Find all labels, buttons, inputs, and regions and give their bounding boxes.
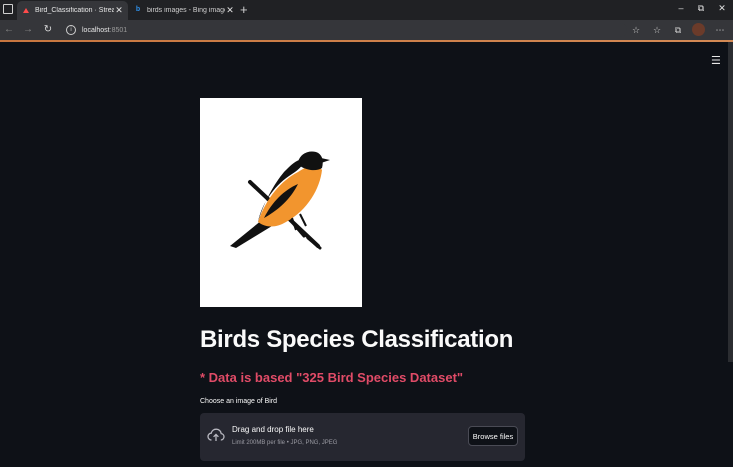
file-dropzone[interactable]: Drag and drop file here Limit 200MB per … xyxy=(200,413,525,461)
tab-bird-classification[interactable]: Bird_Classification · Streamlit ✕ xyxy=(17,1,128,20)
restore-button[interactable]: ⧉ xyxy=(694,3,708,14)
profile-avatar[interactable] xyxy=(692,23,705,36)
streamlit-icon xyxy=(22,7,30,15)
site-info-icon[interactable]: i xyxy=(66,25,76,35)
tab-close-icon[interactable]: ✕ xyxy=(225,5,235,16)
tab-label: Bird_Classification · Streamlit xyxy=(35,7,114,14)
streamlit-page: ☰ Birds Species Classification * Data is… xyxy=(0,42,733,467)
browser-address-bar: ← → ↻ i localhost:8501 ☆ ☆ ⧉ ⋯ xyxy=(0,20,733,40)
page-scrollbar[interactable] xyxy=(728,42,733,362)
bird-image xyxy=(200,98,362,307)
dataset-note: * Data is based "325 Bird Species Datase… xyxy=(200,370,464,385)
tab-actions-icon[interactable] xyxy=(3,4,13,14)
favorites-icon[interactable]: ☆ xyxy=(651,24,663,36)
window-close-button[interactable]: ✕ xyxy=(715,3,729,14)
uploader-label: Choose an image of Bird xyxy=(200,398,278,405)
tab-bing-images[interactable]: b birds images - Bing images ✕ xyxy=(129,0,239,20)
bing-icon: b xyxy=(135,6,141,13)
dropzone-limits: Limit 200MB per file • JPG, PNG, JPEG xyxy=(232,440,338,446)
dropzone-title: Drag and drop file here xyxy=(232,425,314,434)
minimize-button[interactable]: – xyxy=(674,3,688,13)
more-options-icon[interactable]: ⋯ xyxy=(714,24,726,36)
tab-label: birds images - Bing images xyxy=(147,6,225,14)
new-tab-button[interactable]: + xyxy=(240,2,248,17)
tab-close-icon[interactable]: ✕ xyxy=(114,5,124,16)
menu-icon[interactable]: ☰ xyxy=(711,54,721,67)
url-port: :8501 xyxy=(109,26,128,34)
url-host: localhost xyxy=(82,26,110,34)
read-aloud-icon[interactable]: ☆ xyxy=(630,24,642,36)
forward-button[interactable]: → xyxy=(22,24,34,36)
page-title: Birds Species Classification xyxy=(200,326,514,353)
reload-button[interactable]: ↻ xyxy=(42,24,54,36)
cloud-upload-icon xyxy=(207,428,225,447)
browse-files-button[interactable]: Browse files xyxy=(468,426,518,446)
url-field[interactable]: i localhost:8501 xyxy=(62,23,627,37)
back-button[interactable]: ← xyxy=(3,24,15,36)
browser-tab-bar: Bird_Classification · Streamlit ✕ b bird… xyxy=(0,0,733,20)
collections-icon[interactable]: ⧉ xyxy=(672,24,684,36)
